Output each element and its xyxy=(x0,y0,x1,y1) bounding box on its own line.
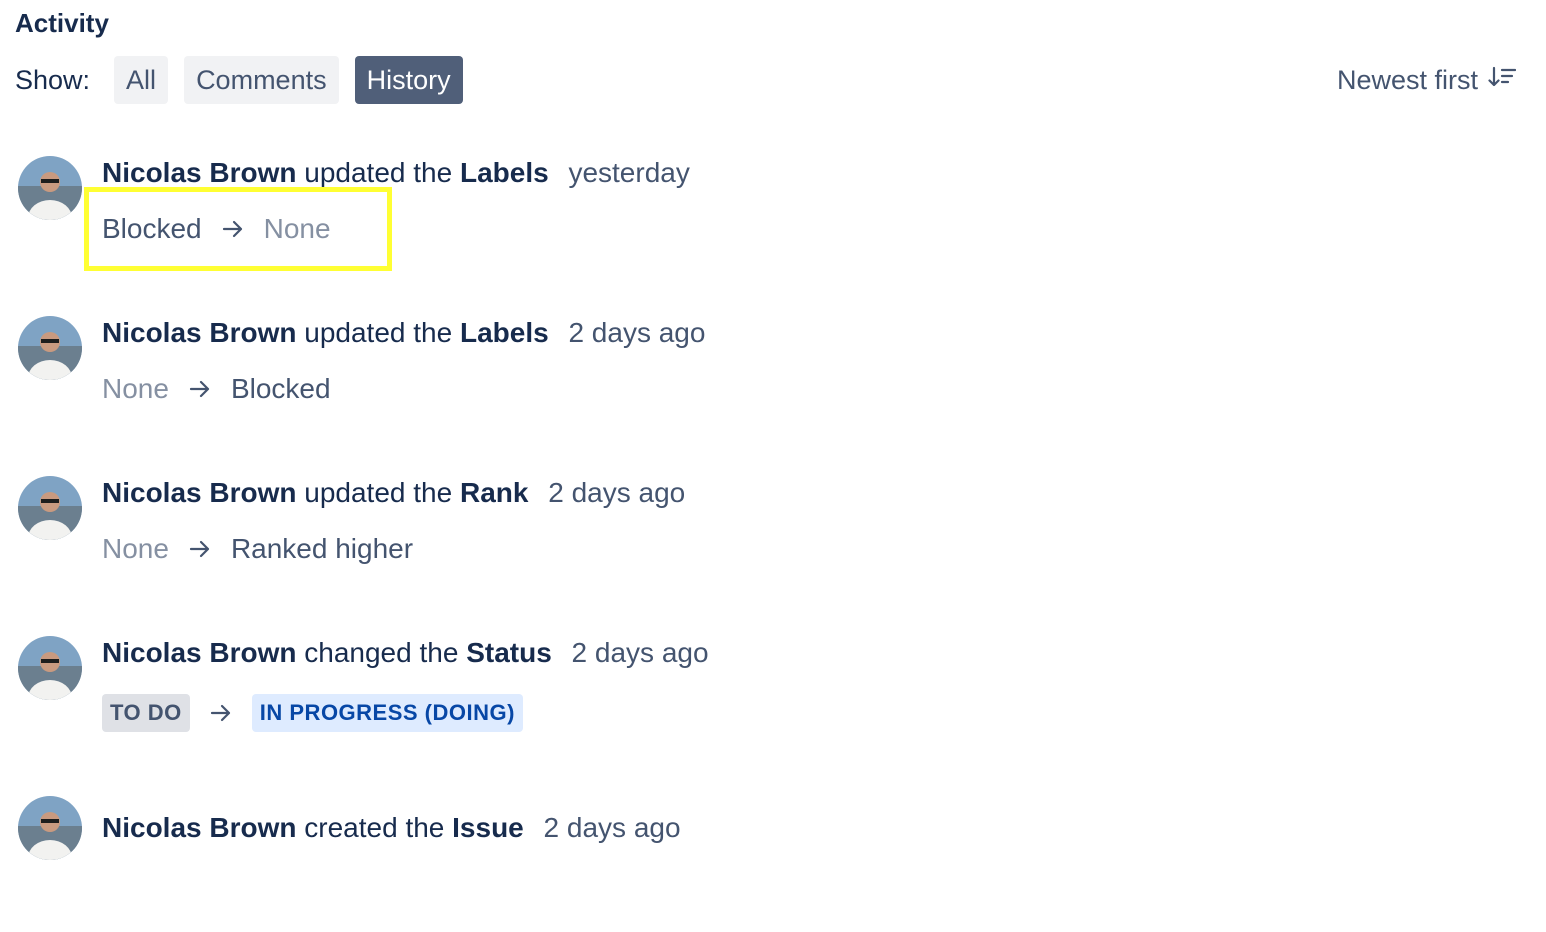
arrow-right-icon xyxy=(189,539,211,559)
change-detail: TO DO IN PROGRESS (DOING) xyxy=(102,694,523,732)
entry-summary: Nicolas Brown changed the Status 2 days … xyxy=(102,636,709,670)
change-detail: None Blocked xyxy=(102,372,331,406)
actor-name[interactable]: Nicolas Brown xyxy=(102,637,296,668)
status-lozenge-todo: TO DO xyxy=(102,694,190,732)
sort-descending-icon xyxy=(1478,65,1517,96)
entry-verb: changed the xyxy=(304,637,459,668)
entry-verb: updated the xyxy=(304,477,453,508)
field-name: Issue xyxy=(452,812,524,843)
filter-comments-button[interactable]: Comments xyxy=(184,56,339,104)
entry-verb: updated the xyxy=(304,317,453,348)
actor-name[interactable]: Nicolas Brown xyxy=(102,157,296,188)
entry-summary: Nicolas Brown created the Issue 2 days a… xyxy=(102,811,681,845)
actor-name[interactable]: Nicolas Brown xyxy=(102,317,296,348)
value-from: None xyxy=(102,533,169,564)
entry-summary: Nicolas Brown updated the Rank 2 days ag… xyxy=(102,476,685,510)
field-name: Labels xyxy=(459,157,549,188)
sort-label: Newest first xyxy=(1336,64,1478,95)
entry-timestamp: 2 days ago xyxy=(548,477,686,508)
arrow-right-icon xyxy=(210,703,232,723)
arrow-right-icon xyxy=(189,379,211,399)
value-to: Blocked xyxy=(230,373,331,404)
status-lozenge-in-progress: IN PROGRESS (DOING) xyxy=(251,694,523,732)
filter-history-button[interactable]: History xyxy=(354,56,463,104)
change-detail: None Ranked higher xyxy=(102,532,413,566)
field-name: Labels xyxy=(459,317,549,348)
actor-name[interactable]: Nicolas Brown xyxy=(102,812,296,843)
sort-order-button[interactable]: Newest first xyxy=(1336,64,1517,96)
user-avatar[interactable] xyxy=(18,316,82,380)
actor-name[interactable]: Nicolas Brown xyxy=(102,477,296,508)
entry-summary: Nicolas Brown updated the Labels 2 days … xyxy=(102,316,705,350)
activity-title: Activity xyxy=(15,8,109,38)
entry-timestamp: yesterday xyxy=(568,157,690,188)
field-name: Status xyxy=(466,637,552,668)
user-avatar[interactable] xyxy=(18,476,82,540)
field-name: Rank xyxy=(459,477,529,508)
activity-filter-bar: Show: All Comments History Newest first xyxy=(15,56,1517,104)
value-to: Ranked higher xyxy=(230,533,414,564)
entry-verb: updated the xyxy=(304,157,453,188)
show-label: Show: xyxy=(15,64,91,95)
user-avatar[interactable] xyxy=(18,796,82,860)
entry-summary: Nicolas Brown updated the Labels yesterd… xyxy=(102,156,690,190)
entry-timestamp: 2 days ago xyxy=(543,812,681,843)
value-from: None xyxy=(102,373,169,404)
entry-timestamp: 2 days ago xyxy=(568,317,706,348)
user-avatar[interactable] xyxy=(18,156,82,220)
highlight-box xyxy=(84,187,392,271)
entry-timestamp: 2 days ago xyxy=(571,637,709,668)
filter-all-button[interactable]: All xyxy=(114,56,169,104)
user-avatar[interactable] xyxy=(18,636,82,700)
entry-verb: created the xyxy=(304,812,445,843)
